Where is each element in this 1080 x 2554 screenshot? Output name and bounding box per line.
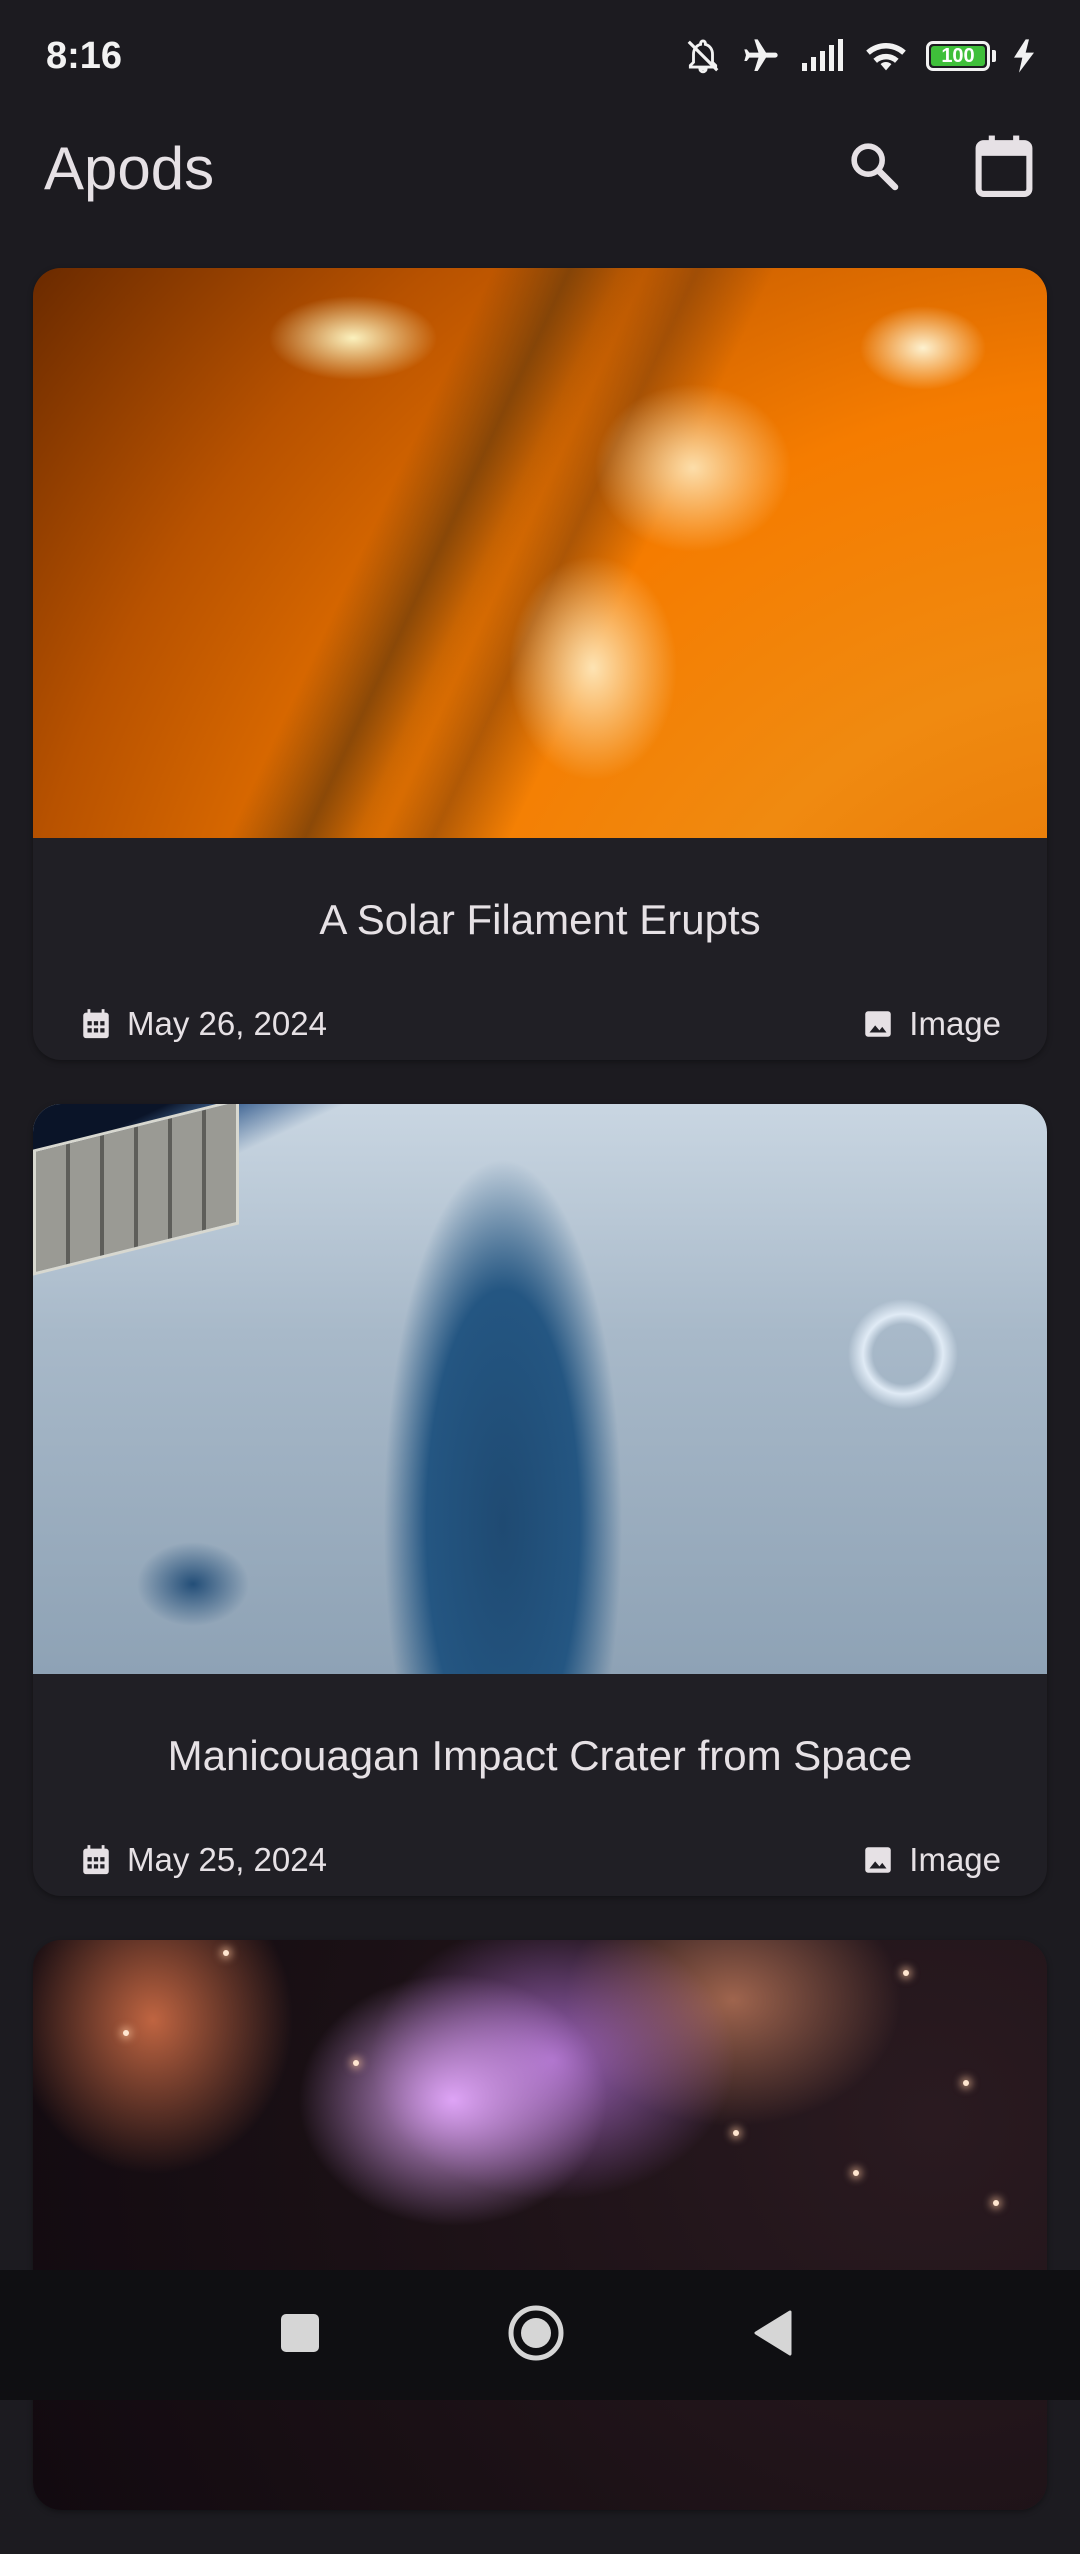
apod-media-type-label: Image: [909, 1841, 1001, 1878]
home-button[interactable]: [504, 2303, 568, 2367]
apod-card[interactable]: Manicouagan Impact Crater from Space May…: [33, 1104, 1047, 1896]
battery-icon: 100: [926, 41, 996, 71]
apod-date: May 26, 2024: [79, 1005, 327, 1043]
apod-title: Manicouagan Impact Crater from Space: [167, 1732, 913, 1779]
app-bar: Apods: [0, 112, 1080, 224]
apod-media-type: Image: [861, 1005, 1001, 1043]
calendar-icon: [79, 1843, 113, 1877]
apod-image[interactable]: [33, 268, 1047, 838]
home-icon: [507, 2304, 565, 2367]
status-time: 8:16: [46, 34, 123, 77]
image-icon: [861, 1007, 895, 1041]
apod-card[interactable]: [33, 1940, 1047, 2510]
apod-meta: May 25, 2024 Image: [33, 1786, 1047, 1896]
calendar-icon: [79, 1007, 113, 1041]
image-icon: [861, 1843, 895, 1877]
calendar-icon: [973, 133, 1035, 204]
calendar-button[interactable]: [972, 135, 1036, 200]
apod-date-label: May 26, 2024: [127, 1005, 327, 1042]
status-bar: 8:16 100: [0, 0, 1080, 112]
back-button[interactable]: [740, 2303, 804, 2367]
apod-media-type-label: Image: [909, 1005, 1001, 1042]
apod-card[interactable]: A Solar Filament Erupts May 26, 2024 Ima…: [33, 268, 1047, 1060]
search-button[interactable]: [842, 136, 906, 200]
apod-image[interactable]: [33, 1940, 1047, 2510]
signal-icon: [800, 39, 846, 73]
apod-media-type: Image: [861, 1841, 1001, 1879]
recents-button[interactable]: [268, 2303, 332, 2367]
airplane-icon: [740, 36, 782, 76]
search-icon: [846, 138, 902, 199]
status-icons: 100: [684, 36, 1034, 76]
recents-icon: [280, 2313, 320, 2358]
app-title: Apods: [44, 134, 215, 202]
apod-image[interactable]: [33, 1104, 1047, 1674]
apod-date: May 25, 2024: [79, 1841, 327, 1879]
bell-off-icon: [684, 36, 722, 76]
apod-list[interactable]: A Solar Filament Erupts May 26, 2024 Ima…: [33, 268, 1047, 2554]
battery-level: 100: [931, 45, 985, 67]
navigation-bar: [0, 2270, 1080, 2400]
apod-title: A Solar Filament Erupts: [319, 896, 761, 943]
back-icon: [752, 2310, 792, 2361]
apod-meta: May 26, 2024 Image: [33, 950, 1047, 1060]
wifi-icon: [864, 38, 908, 74]
charging-icon: [1014, 39, 1034, 73]
iss-solar-panel: [33, 1104, 239, 1276]
apod-date-label: May 25, 2024: [127, 1841, 327, 1878]
